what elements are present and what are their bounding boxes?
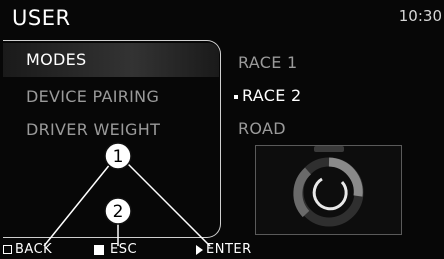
enter-key[interactable]: ENTER: [196, 242, 252, 257]
top-bar: USER 10:30: [0, 0, 444, 34]
submenu-item-race-2[interactable]: RACE 2: [234, 86, 301, 105]
menu-item-label: DRIVER WEIGHT: [26, 120, 161, 139]
back-key[interactable]: BACK: [3, 242, 52, 257]
dashboard-screen: USER 10:30 MODES DEVICE PAIRING DRIVER W…: [0, 0, 444, 259]
footer-bar: BACK ESC ENTER: [0, 241, 444, 259]
submenu-item-label: RACE 2: [242, 86, 302, 105]
enter-label: ENTER: [206, 242, 252, 257]
esc-key[interactable]: ESC: [94, 242, 137, 257]
filled-square-icon: [94, 244, 104, 255]
esc-label: ESC: [110, 242, 138, 257]
menu-item-label: MODES: [26, 50, 87, 69]
menu-item-label: DEVICE PAIRING: [26, 87, 160, 106]
submenu-item-race-1[interactable]: RACE 1: [238, 53, 297, 72]
submenu-item-road[interactable]: ROAD: [238, 119, 286, 138]
menu-item-driver-weight[interactable]: DRIVER WEIGHT: [26, 120, 160, 139]
back-label: BACK: [15, 242, 53, 257]
triangle-icon: [196, 244, 203, 255]
menu-item-modes[interactable]: MODES: [3, 43, 219, 77]
clock: 10:30: [398, 7, 442, 25]
submenu-item-label: RACE 1: [238, 53, 298, 72]
page-title: USER: [12, 6, 71, 30]
hollow-square-icon: [3, 245, 12, 254]
active-indicator-icon: [234, 94, 238, 99]
mode-preview: [255, 145, 402, 235]
ring-gauge-icon: [293, 146, 364, 227]
menu-panel: MODES DEVICE PAIRING DRIVER WEIGHT: [3, 40, 221, 238]
menu-item-device-pairing[interactable]: DEVICE PAIRING: [26, 87, 159, 106]
submenu-item-label: ROAD: [238, 119, 286, 138]
